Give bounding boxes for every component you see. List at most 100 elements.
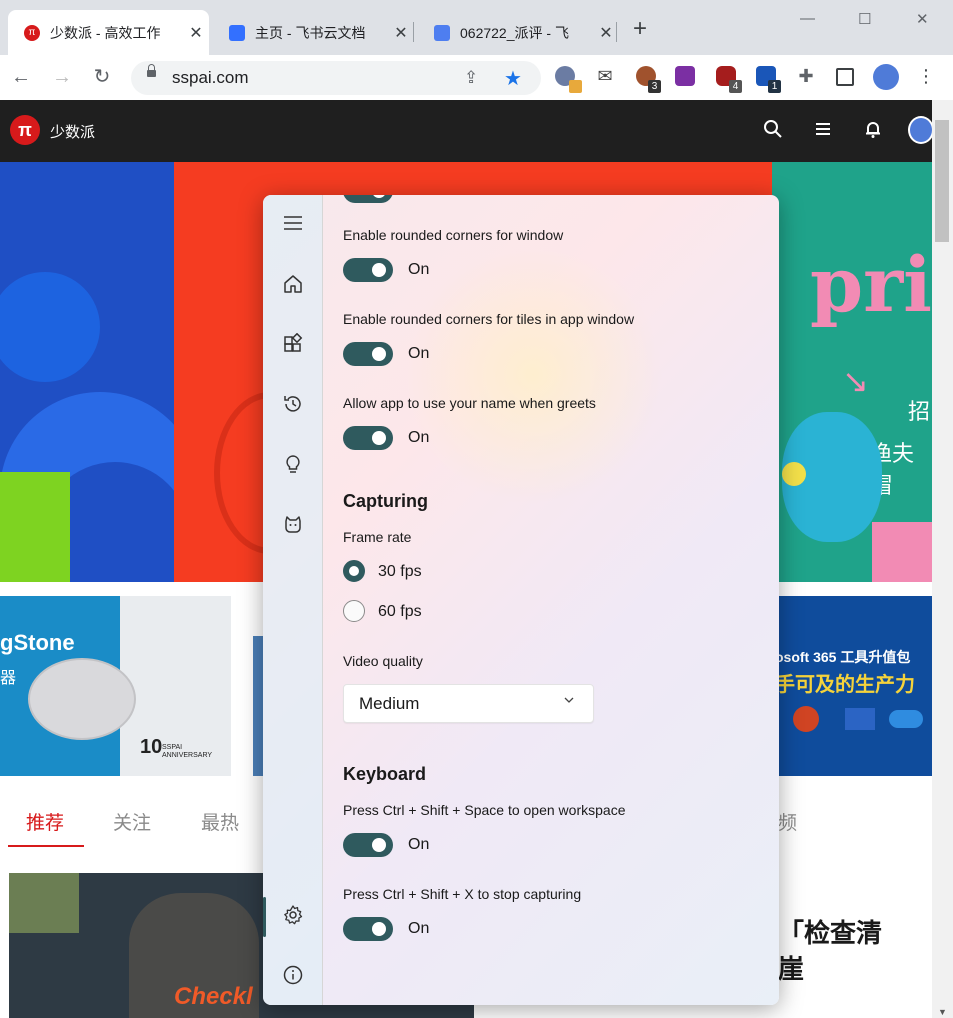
back-icon[interactable]: ← xyxy=(9,65,33,89)
radio-30fps[interactable] xyxy=(343,560,365,582)
video-quality-dropdown[interactable]: Medium xyxy=(343,684,594,723)
minimize-button[interactable]: — xyxy=(800,10,815,27)
banner-right-text: priz xyxy=(810,240,932,329)
sspai-logo[interactable]: π xyxy=(10,115,40,145)
settings-icon[interactable] xyxy=(282,904,304,926)
extension-badge xyxy=(569,80,582,93)
stop-capturing-shortcut-toggle[interactable] xyxy=(343,917,393,941)
user-avatar[interactable] xyxy=(908,116,934,144)
feishu-favicon-icon xyxy=(229,24,245,41)
profile-avatar[interactable] xyxy=(873,64,899,90)
tab-title: 062722_派评 - 飞 xyxy=(460,24,569,41)
notification-bell-icon[interactable] xyxy=(863,119,883,145)
rounded-corners-tiles-toggle[interactable] xyxy=(343,342,393,366)
hamburger-menu-icon[interactable] xyxy=(282,212,304,234)
promo-right-sub: 手可及的生产力 xyxy=(779,674,915,696)
rounded-corners-window-toggle[interactable] xyxy=(343,258,393,282)
menu-icon[interactable] xyxy=(813,119,833,145)
banner-right[interactable]: priz ↘ 招 渔夫帽 xyxy=(772,162,932,582)
smiley-icon xyxy=(782,462,806,486)
search-icon[interactable] xyxy=(763,119,783,145)
dropdown-value: Medium xyxy=(359,694,420,713)
mail-extension-icon[interactable]: ✉ xyxy=(595,66,615,86)
frame-rate-label: Frame rate xyxy=(343,529,412,545)
article-title-1: 「检查清 xyxy=(778,918,883,948)
tab-active-indicator xyxy=(8,845,84,847)
browser-tab-feishu[interactable]: 主页 - 飞书云文档 ✕ xyxy=(213,10,414,55)
tab-separator xyxy=(616,22,617,42)
browser-tab-sspai[interactable]: π 少数派 - 高效工作 ✕ xyxy=(8,10,209,55)
article-title-2: 崖 xyxy=(778,954,805,984)
share-icon[interactable]: ⇪ xyxy=(464,68,478,88)
setting-label: Press Ctrl + Shift + Space to open works… xyxy=(343,802,626,818)
close-tab-icon[interactable]: ✕ xyxy=(187,23,205,43)
history-icon[interactable] xyxy=(282,393,304,415)
onedrive-icon xyxy=(889,710,923,728)
address-bar[interactable]: sspai.com ⇪ ★ xyxy=(131,61,541,95)
tab-follow[interactable]: 关注 xyxy=(113,808,151,835)
extensions-puzzle-icon[interactable]: ✚ xyxy=(796,66,816,86)
maximize-button[interactable]: ☐ xyxy=(858,10,871,28)
side-panel-icon[interactable] xyxy=(836,68,854,86)
extension-badge: 1 xyxy=(768,80,781,93)
navigation-rail xyxy=(263,195,323,1005)
powerpoint-icon xyxy=(793,706,819,732)
video-quality-label: Video quality xyxy=(343,653,423,669)
promo-card-right[interactable]: osoft 365 工具升值包 手可及的生产力 xyxy=(779,596,932,776)
address-url[interactable]: sspai.com xyxy=(172,68,249,88)
onenote-extension-icon[interactable] xyxy=(675,66,695,86)
radio-label[interactable]: 30 fps xyxy=(378,563,422,581)
page-scrollbar[interactable]: ▼ xyxy=(932,100,953,1018)
tab-video[interactable]: 频 xyxy=(778,808,797,835)
settings-pane: Enable rounded corners for window On Ena… xyxy=(323,195,779,1005)
setting-label: Enable rounded corners for tiles in app … xyxy=(343,311,635,327)
promo-right-title: osoft 365 工具升值包 xyxy=(779,649,911,665)
tab-separator xyxy=(413,22,414,42)
radio-label[interactable]: 60 fps xyxy=(378,603,422,621)
open-workspace-shortcut-toggle[interactable] xyxy=(343,833,393,857)
browser-tab-doc[interactable]: 062722_派评 - 飞 ✕ xyxy=(418,10,615,55)
toggle-state: On xyxy=(408,836,430,853)
forward-icon[interactable]: → xyxy=(50,65,74,89)
sspai-favicon-icon: π xyxy=(24,24,40,41)
speaker-image xyxy=(28,658,136,740)
browser-tab-strip: π 少数派 - 高效工作 ✕ 主页 - 飞书云文档 ✕ 062722_派评 - … xyxy=(0,0,953,55)
section-heading-keyboard: Keyboard xyxy=(343,764,427,784)
lock-icon xyxy=(147,64,156,77)
setting-label: Allow app to use your name when greets xyxy=(343,395,596,411)
nav-selected-indicator xyxy=(263,897,266,937)
home-icon[interactable] xyxy=(282,273,304,295)
reload-icon[interactable]: ↻ xyxy=(90,65,114,89)
use-name-toggle[interactable] xyxy=(343,426,393,450)
promo-card-left[interactable]: gStone 器 10 SSPAI ANNIVERSARY xyxy=(0,596,231,776)
close-tab-icon[interactable]: ✕ xyxy=(392,23,410,43)
toggle-switch-partial[interactable] xyxy=(343,195,393,203)
scrollbar-thumb[interactable] xyxy=(935,120,949,242)
toggle-state: On xyxy=(408,345,430,362)
apps-icon[interactable] xyxy=(282,332,304,355)
toggle-state: On xyxy=(408,920,430,937)
close-tab-icon[interactable]: ✕ xyxy=(597,23,615,43)
chevron-down-icon xyxy=(563,694,575,709)
setting-label: Enable rounded corners for window xyxy=(343,227,564,243)
gift-icon xyxy=(872,522,932,582)
close-window-button[interactable]: ✕ xyxy=(916,10,929,28)
bookmark-star-icon[interactable]: ★ xyxy=(504,66,522,91)
cat-icon[interactable] xyxy=(282,513,304,535)
toggle-state: On xyxy=(408,261,430,278)
new-tab-button[interactable]: + xyxy=(633,17,647,41)
browser-menu-icon[interactable]: ⋮ xyxy=(916,66,936,86)
radio-60fps[interactable] xyxy=(343,600,365,622)
promo-left-sub: 器 xyxy=(0,670,17,687)
setting-label: Press Ctrl + Shift + X to stop capturing xyxy=(343,886,582,902)
word-icon xyxy=(845,708,875,730)
anniversary-caption: SSPAI ANNIVERSARY xyxy=(162,744,213,759)
scroll-down-icon[interactable]: ▼ xyxy=(938,1007,947,1017)
banner-left[interactable] xyxy=(0,162,174,582)
tab-recommended[interactable]: 推荐 xyxy=(26,808,64,835)
arrow-icon: ↘ xyxy=(842,363,869,399)
site-brand[interactable]: 少数派 xyxy=(50,121,95,142)
tab-hottest[interactable]: 最热 xyxy=(201,808,239,835)
info-icon[interactable] xyxy=(282,964,304,986)
lightbulb-icon[interactable] xyxy=(282,453,304,475)
